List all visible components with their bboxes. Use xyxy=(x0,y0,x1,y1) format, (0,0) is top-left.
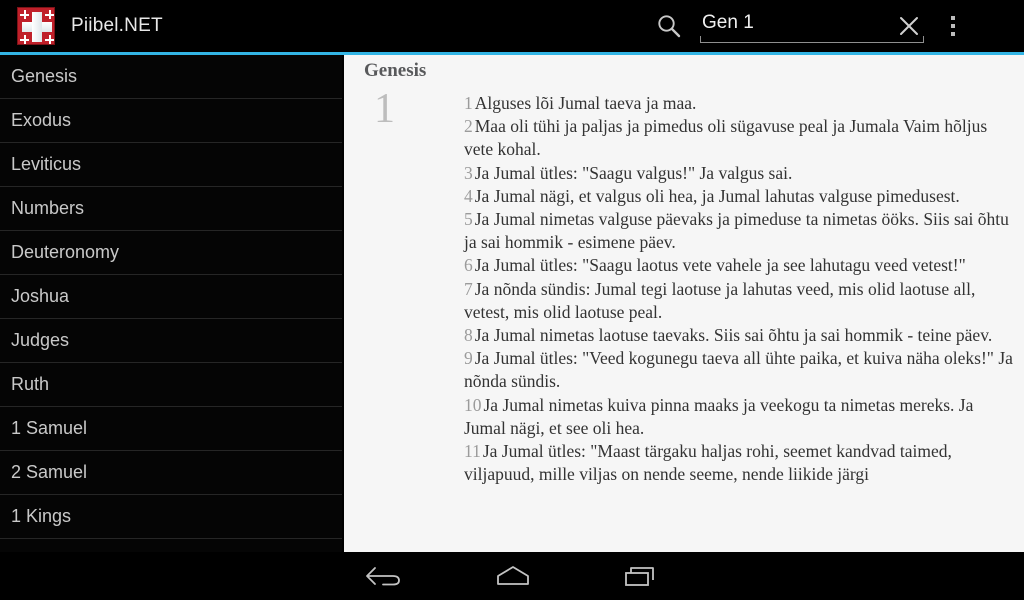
sidebar-item-leviticus[interactable]: Leviticus xyxy=(0,143,342,187)
verse-text: Ja Jumal nimetas kuiva pinna maaks ja ve… xyxy=(464,394,974,438)
app-title: Piibel.NET xyxy=(71,15,163,36)
sidebar-item-label: 2 Samuel xyxy=(11,462,88,482)
jerusalem-cross-icon xyxy=(17,7,55,45)
verse: 11 Ja Jumal ütles: "Maast tärgaku haljas … xyxy=(464,441,952,484)
body-area: Genesis Exodus Leviticus Numbers Deuteronomy… xyxy=(0,55,1024,552)
verse: 5 Ja Jumal nimetas valguse päevaks ja pim… xyxy=(464,209,1009,252)
verse-text: Ja Jumal ütles: "Veed kogunegu taeva all… xyxy=(464,348,1013,392)
recent-apps-button[interactable] xyxy=(596,552,686,600)
verse-number: 8 xyxy=(464,325,473,346)
verse-number: 5 xyxy=(464,209,473,230)
sidebar-item-ruth[interactable]: Ruth xyxy=(0,363,342,407)
close-icon[interactable] xyxy=(896,13,922,39)
verse-text: Ja Jumal nimetas valguse päevaks ja pime… xyxy=(464,209,1009,253)
search-input[interactable] xyxy=(700,12,924,34)
recent-apps-icon xyxy=(625,567,654,586)
search-icon[interactable] xyxy=(656,13,682,39)
verse-number: 10 xyxy=(464,394,482,415)
verse-number: 2 xyxy=(464,116,473,137)
sidebar-item-judges[interactable]: Judges xyxy=(0,319,342,363)
sidebar-item-label: 1 Samuel xyxy=(11,418,88,438)
sidebar-item-label: Ruth xyxy=(11,374,50,394)
back-arrow-icon xyxy=(366,567,400,586)
reading-pane[interactable]: Genesis 1 1 Alguses lõi Jumal taeva ja ma… xyxy=(344,55,1024,552)
sidebar-item-1-kings[interactable]: 1 Kings xyxy=(0,495,342,539)
verse: 2 Maa oli tühi ja paljas ja pimedus oli s… xyxy=(464,116,987,159)
verse: 4 Ja Jumal nägi, et valgus oli hea, ja Ju… xyxy=(464,186,960,206)
verse-text: Ja Jumal nägi, et valgus oli hea, ja Jum… xyxy=(474,185,960,206)
search-bar xyxy=(650,0,970,52)
home-icon xyxy=(497,566,529,585)
sidebar-item-label: Exodus xyxy=(11,110,72,130)
verse-number: 6 xyxy=(464,255,473,276)
verse-number: 4 xyxy=(464,185,473,206)
verse-text: Maa oli tühi ja paljas ja pimedus oli sü… xyxy=(464,116,988,160)
verse-number: 3 xyxy=(464,162,473,183)
verse: 1 Alguses lõi Jumal taeva ja maa. xyxy=(464,93,696,113)
sidebar-item-joshua[interactable]: Joshua xyxy=(0,275,342,319)
sidebar-item-label: Numbers xyxy=(11,198,85,218)
android-navigation-bar xyxy=(0,552,1024,600)
verse: 10 Ja Jumal nimetas kuiva pinna maaks ja … xyxy=(464,395,973,438)
verse-text: Alguses lõi Jumal taeva ja maa. xyxy=(474,93,697,113)
sidebar-item-label: 1 Kings xyxy=(11,506,72,526)
verse-text: Ja nõnda sündis: Jumal tegi laotuse ja l… xyxy=(464,278,976,322)
verse: 3 Ja Jumal ütles: "Saagu valgus!" Ja valg… xyxy=(464,163,792,183)
sidebar-item-label: Joshua xyxy=(11,286,70,306)
sidebar-item-2-samuel[interactable]: 2 Samuel xyxy=(0,451,342,495)
sidebar-item-numbers[interactable]: Numbers xyxy=(0,187,342,231)
verse-text: Ja Jumal ütles: "Saagu valgus!" Ja valgu… xyxy=(474,162,793,183)
book-list[interactable]: Genesis Exodus Leviticus Numbers Deuteronomy… xyxy=(0,55,342,552)
verse-text: Ja Jumal nimetas laotuse taevaks. Siis s… xyxy=(474,325,993,346)
sidebar-item-label: Judges xyxy=(11,330,70,350)
verse: 8 Ja Jumal nimetas laotuse taevaks. Siis … xyxy=(464,325,992,345)
search-field-wrapper xyxy=(700,0,924,52)
action-bar: Piibel.NET xyxy=(0,0,1024,52)
verse-number: 11 xyxy=(464,441,481,462)
verse-number: 7 xyxy=(464,278,473,299)
sidebar-item-exodus[interactable]: Exodus xyxy=(0,99,342,143)
sidebar-item-label: Leviticus xyxy=(11,154,82,174)
sidebar-item-label: Deuteronomy xyxy=(11,242,120,262)
android-app-window: Piibel.NET GenesisExodusLeviticusNu xyxy=(0,0,1024,600)
verse-text: Ja Jumal ütles: "Saagu laotus vete vahel… xyxy=(474,255,966,276)
verse: 6 Ja Jumal ütles: "Saagu laotus vete vahe… xyxy=(464,255,966,275)
chapter-block: 1 1 Alguses lõi Jumal taeva ja maa. 2 Maa o… xyxy=(344,88,1024,486)
overflow-menu-icon[interactable] xyxy=(936,0,970,52)
verse-list: 1 Alguses lõi Jumal taeva ja maa. 2 Maa oli… xyxy=(464,92,1018,486)
verse-number: 9 xyxy=(464,348,473,369)
verse-number: 1 xyxy=(464,93,473,113)
verse: 7 Ja nõnda sündis: Jumal tegi laotuse ja … xyxy=(464,279,975,322)
sidebar-item-deuteronomy[interactable]: Deuteronomy xyxy=(0,231,342,275)
back-button[interactable] xyxy=(340,552,430,600)
sidebar-item-label: Genesis xyxy=(11,66,78,86)
sidebar-item-genesis[interactable]: Genesis xyxy=(0,55,342,99)
page-title: Genesis xyxy=(364,60,427,81)
verse: 9 Ja Jumal ütles: "Veed kogunegu taeva al… xyxy=(464,348,1013,391)
sidebar-item-1-samuel[interactable]: 1 Samuel xyxy=(0,407,342,451)
search-underline xyxy=(700,36,924,43)
verse-text: Ja Jumal ütles: "Maast tärgaku haljas ro… xyxy=(464,441,952,485)
home-button[interactable] xyxy=(468,552,558,600)
chapter-number: 1 xyxy=(374,86,395,132)
